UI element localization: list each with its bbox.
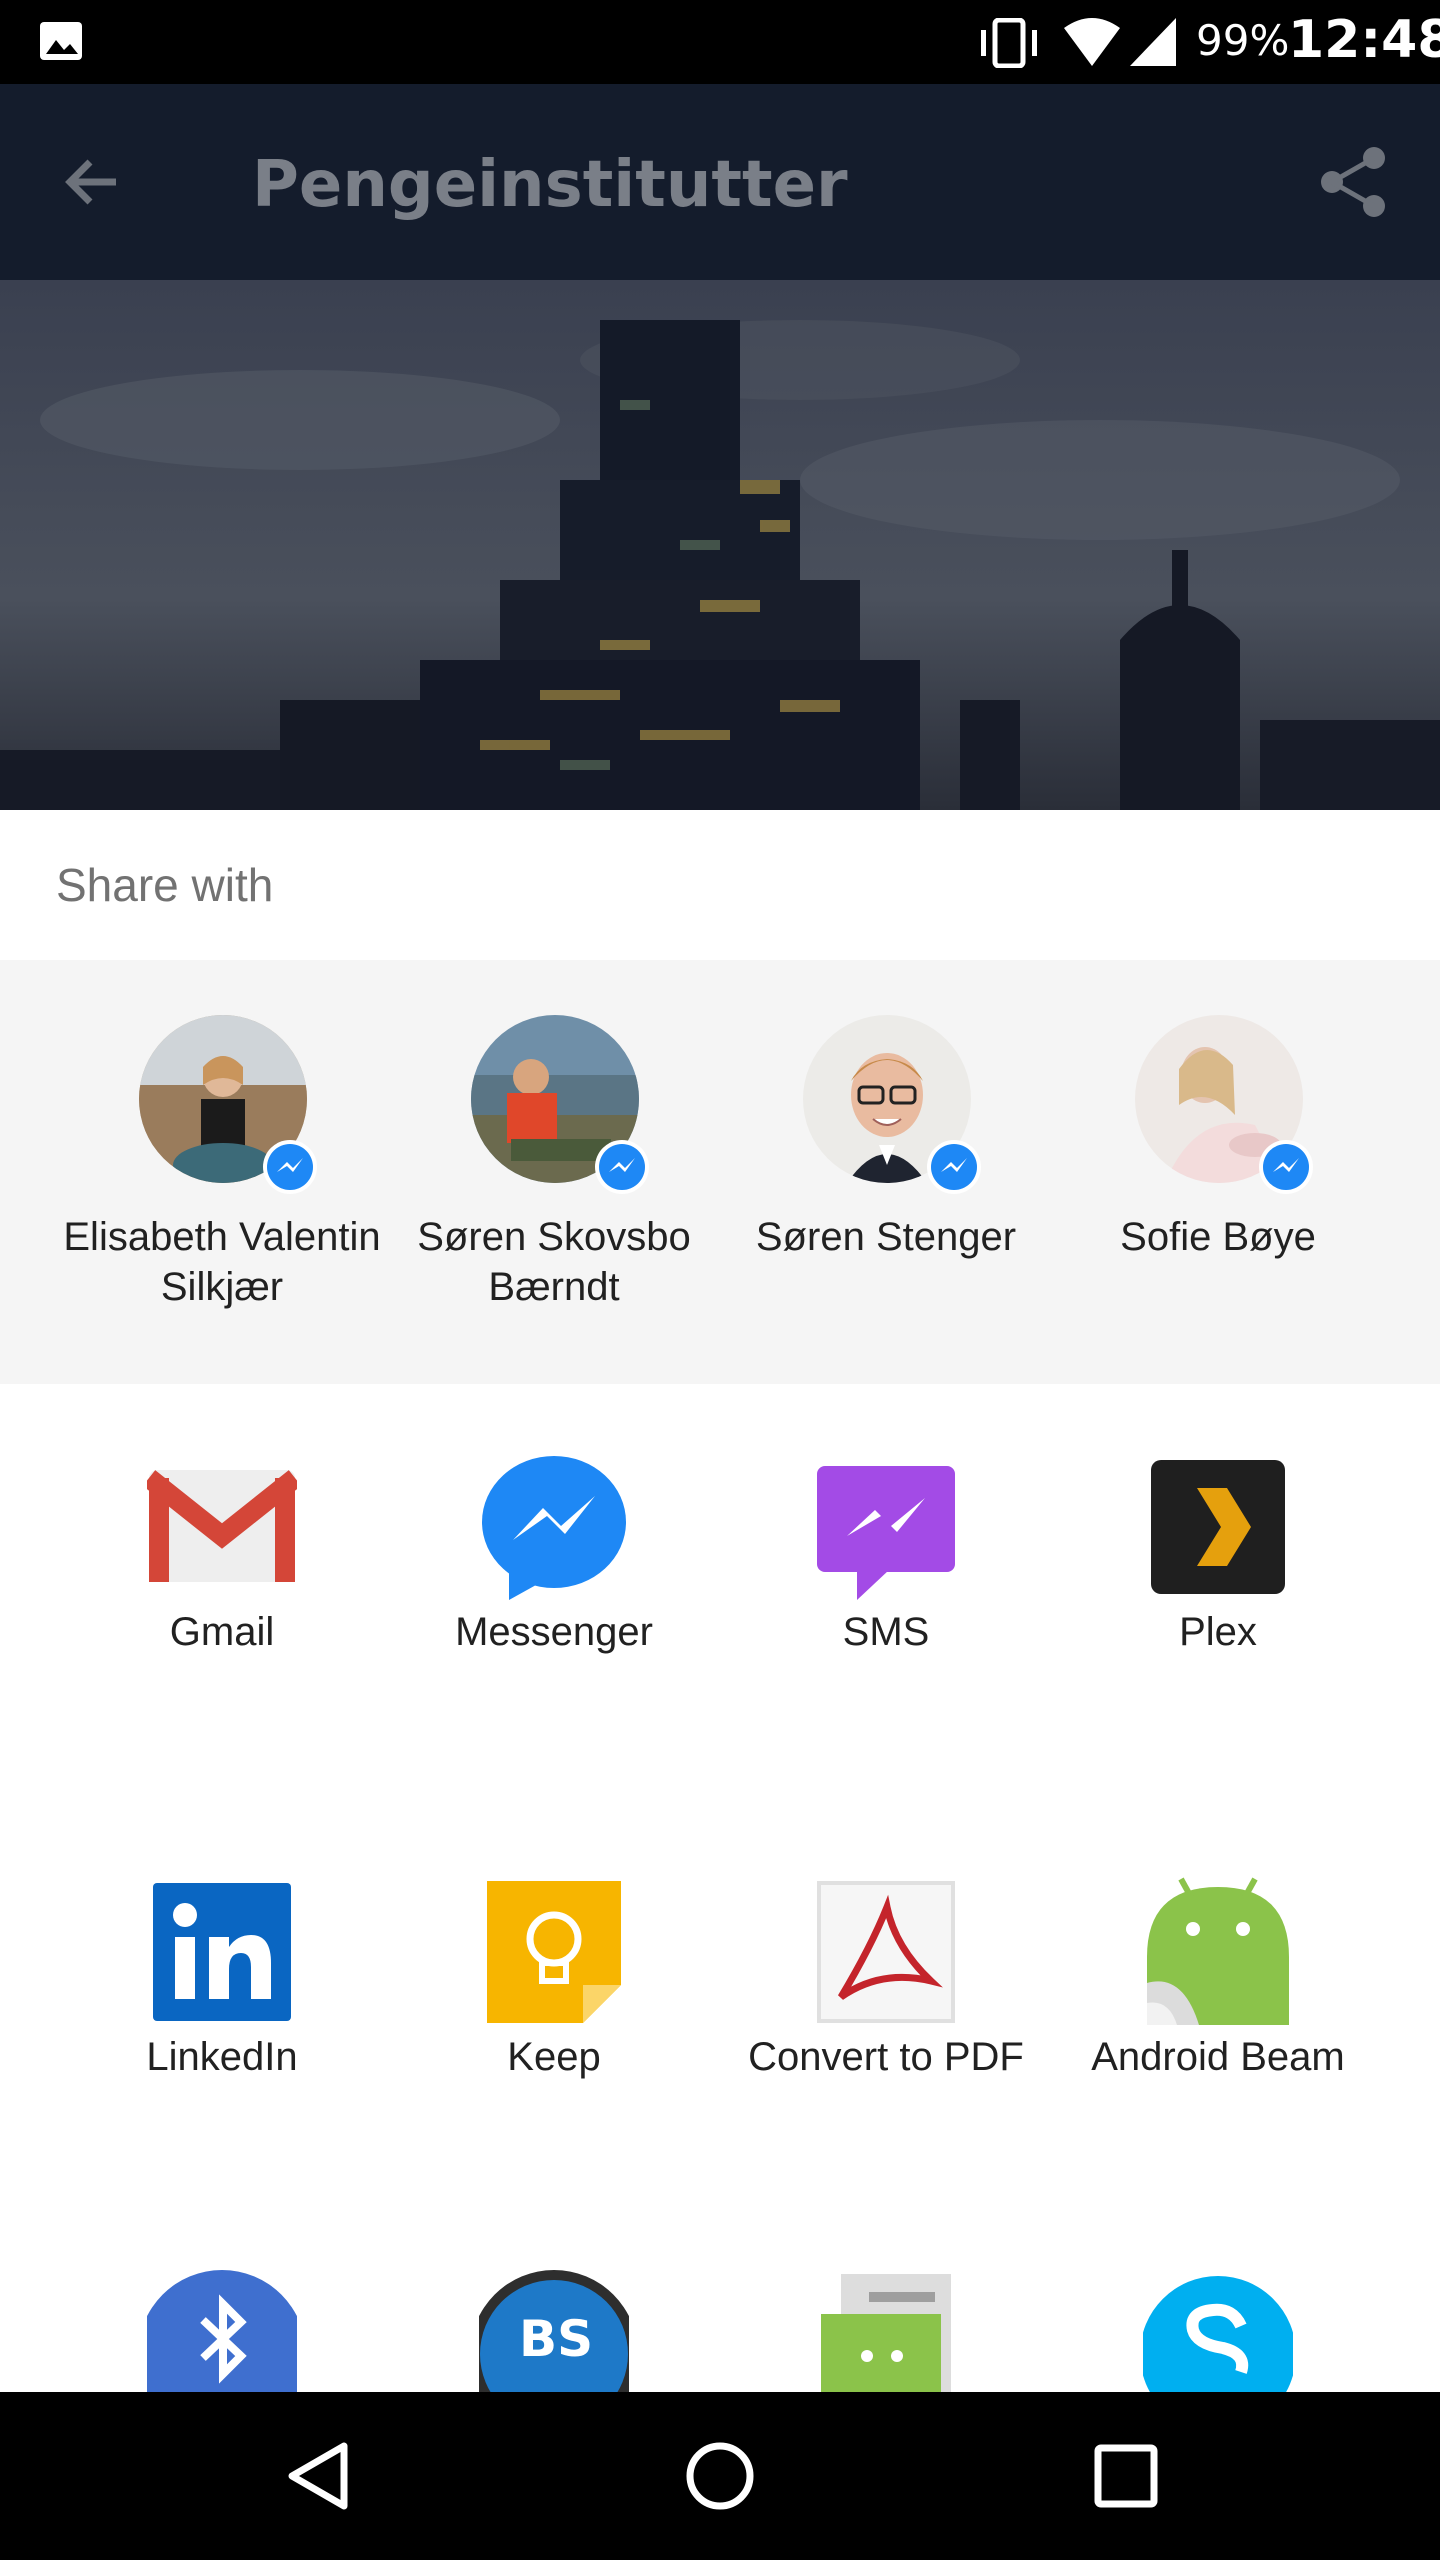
app-label: Android Beam [1091, 2035, 1345, 2079]
app-label: Plex [1179, 1610, 1257, 1654]
share-app-sms[interactable]: SMS [720, 1384, 1052, 1684]
contact-name: Elisabeth Valentin Silkjær [63, 1215, 381, 1309]
share-app-bs-player[interactable]: BS [388, 2234, 720, 2392]
messaging-icon [821, 2274, 951, 2392]
contact-target[interactable]: Søren Stenger [720, 960, 1052, 1384]
app-bar: Pengeinstitutter [0, 84, 1440, 280]
android-beam-icon [1147, 1877, 1289, 2025]
keep-icon [487, 1881, 621, 2023]
share-sheet-title: Share with [56, 859, 274, 911]
plex-icon [1151, 1460, 1285, 1594]
share-app-plex[interactable]: Plex [1052, 1384, 1384, 1684]
share-sheet-header: Share with [0, 810, 1440, 960]
app-label: Gmail [169, 1610, 275, 1654]
share-icon[interactable] [1316, 144, 1392, 220]
nav-home-icon[interactable] [680, 2436, 760, 2516]
hero-image [0, 280, 1440, 810]
gallery-icon [40, 22, 82, 60]
share-app-skype[interactable] [1052, 2234, 1384, 2392]
contact-target[interactable]: Sofie Bøye [1052, 960, 1384, 1384]
battery-percentage: 99% [1196, 16, 1290, 65]
app-label: LinkedIn [146, 2035, 298, 2079]
gmail-icon [147, 1470, 297, 1582]
share-app-convert-to-pdf[interactable]: Convert to PDF [720, 1809, 1052, 2109]
app-label: Convert to PDF [748, 2035, 1024, 2079]
share-app-linkedin[interactable]: LinkedIn [56, 1809, 388, 2109]
share-app-keep[interactable]: Keep [388, 1809, 720, 2109]
wifi-icon [1064, 18, 1120, 66]
nav-recents-icon[interactable] [1086, 2436, 1166, 2516]
contact-name: Sofie Bøye [1120, 1215, 1316, 1259]
app-label: Keep [507, 2035, 601, 2079]
vibrate-icon [981, 18, 1037, 68]
app-label: Messenger [455, 1610, 653, 1654]
navigation-bar [0, 2392, 1440, 2560]
messenger-badge-icon [927, 1140, 981, 1194]
contact-name: Søren Stenger [755, 1215, 1017, 1259]
messenger-icon [482, 1456, 626, 1600]
messenger-badge-icon [1259, 1140, 1313, 1194]
clock: 12:48 [1288, 10, 1440, 70]
bs-player-icon: BS [479, 2270, 629, 2392]
back-arrow-icon[interactable] [56, 146, 128, 218]
contact-target[interactable]: Elisabeth Valentin Silkjær [56, 960, 388, 1384]
bluetooth-icon [147, 2270, 297, 2392]
page-title: Pengeinstitutter [252, 148, 848, 222]
cell-signal-icon [1130, 18, 1176, 66]
skype-icon [1143, 2276, 1293, 2392]
linkedin-icon [153, 1883, 291, 2021]
share-app-messaging[interactable] [720, 2234, 1052, 2392]
sms-icon [817, 1466, 955, 1600]
contact-name: Søren Skovsbo Bærndt [417, 1215, 691, 1309]
messenger-badge-icon [263, 1140, 317, 1194]
pdf-icon [817, 1881, 955, 2023]
nav-back-icon[interactable] [278, 2436, 358, 2516]
share-app-android-beam[interactable]: Android Beam [1052, 1809, 1384, 2109]
share-sheet: Share with Elisabeth Valentin Silkjær Sø… [0, 810, 1440, 2392]
direct-share-contacts: Elisabeth Valentin Silkjær Søren Skovsbo… [0, 960, 1440, 1384]
status-bar: 99% 12:48 [0, 0, 1440, 84]
share-app-bluetooth[interactable] [56, 2234, 388, 2392]
svg-text:BS: BS [519, 2310, 593, 2368]
share-app-gmail[interactable]: Gmail [56, 1384, 388, 1684]
contact-target[interactable]: Søren Skovsbo Bærndt [388, 960, 720, 1384]
share-app-messenger[interactable]: Messenger [388, 1384, 720, 1684]
app-label: SMS [842, 1610, 930, 1654]
messenger-badge-icon [595, 1140, 649, 1194]
